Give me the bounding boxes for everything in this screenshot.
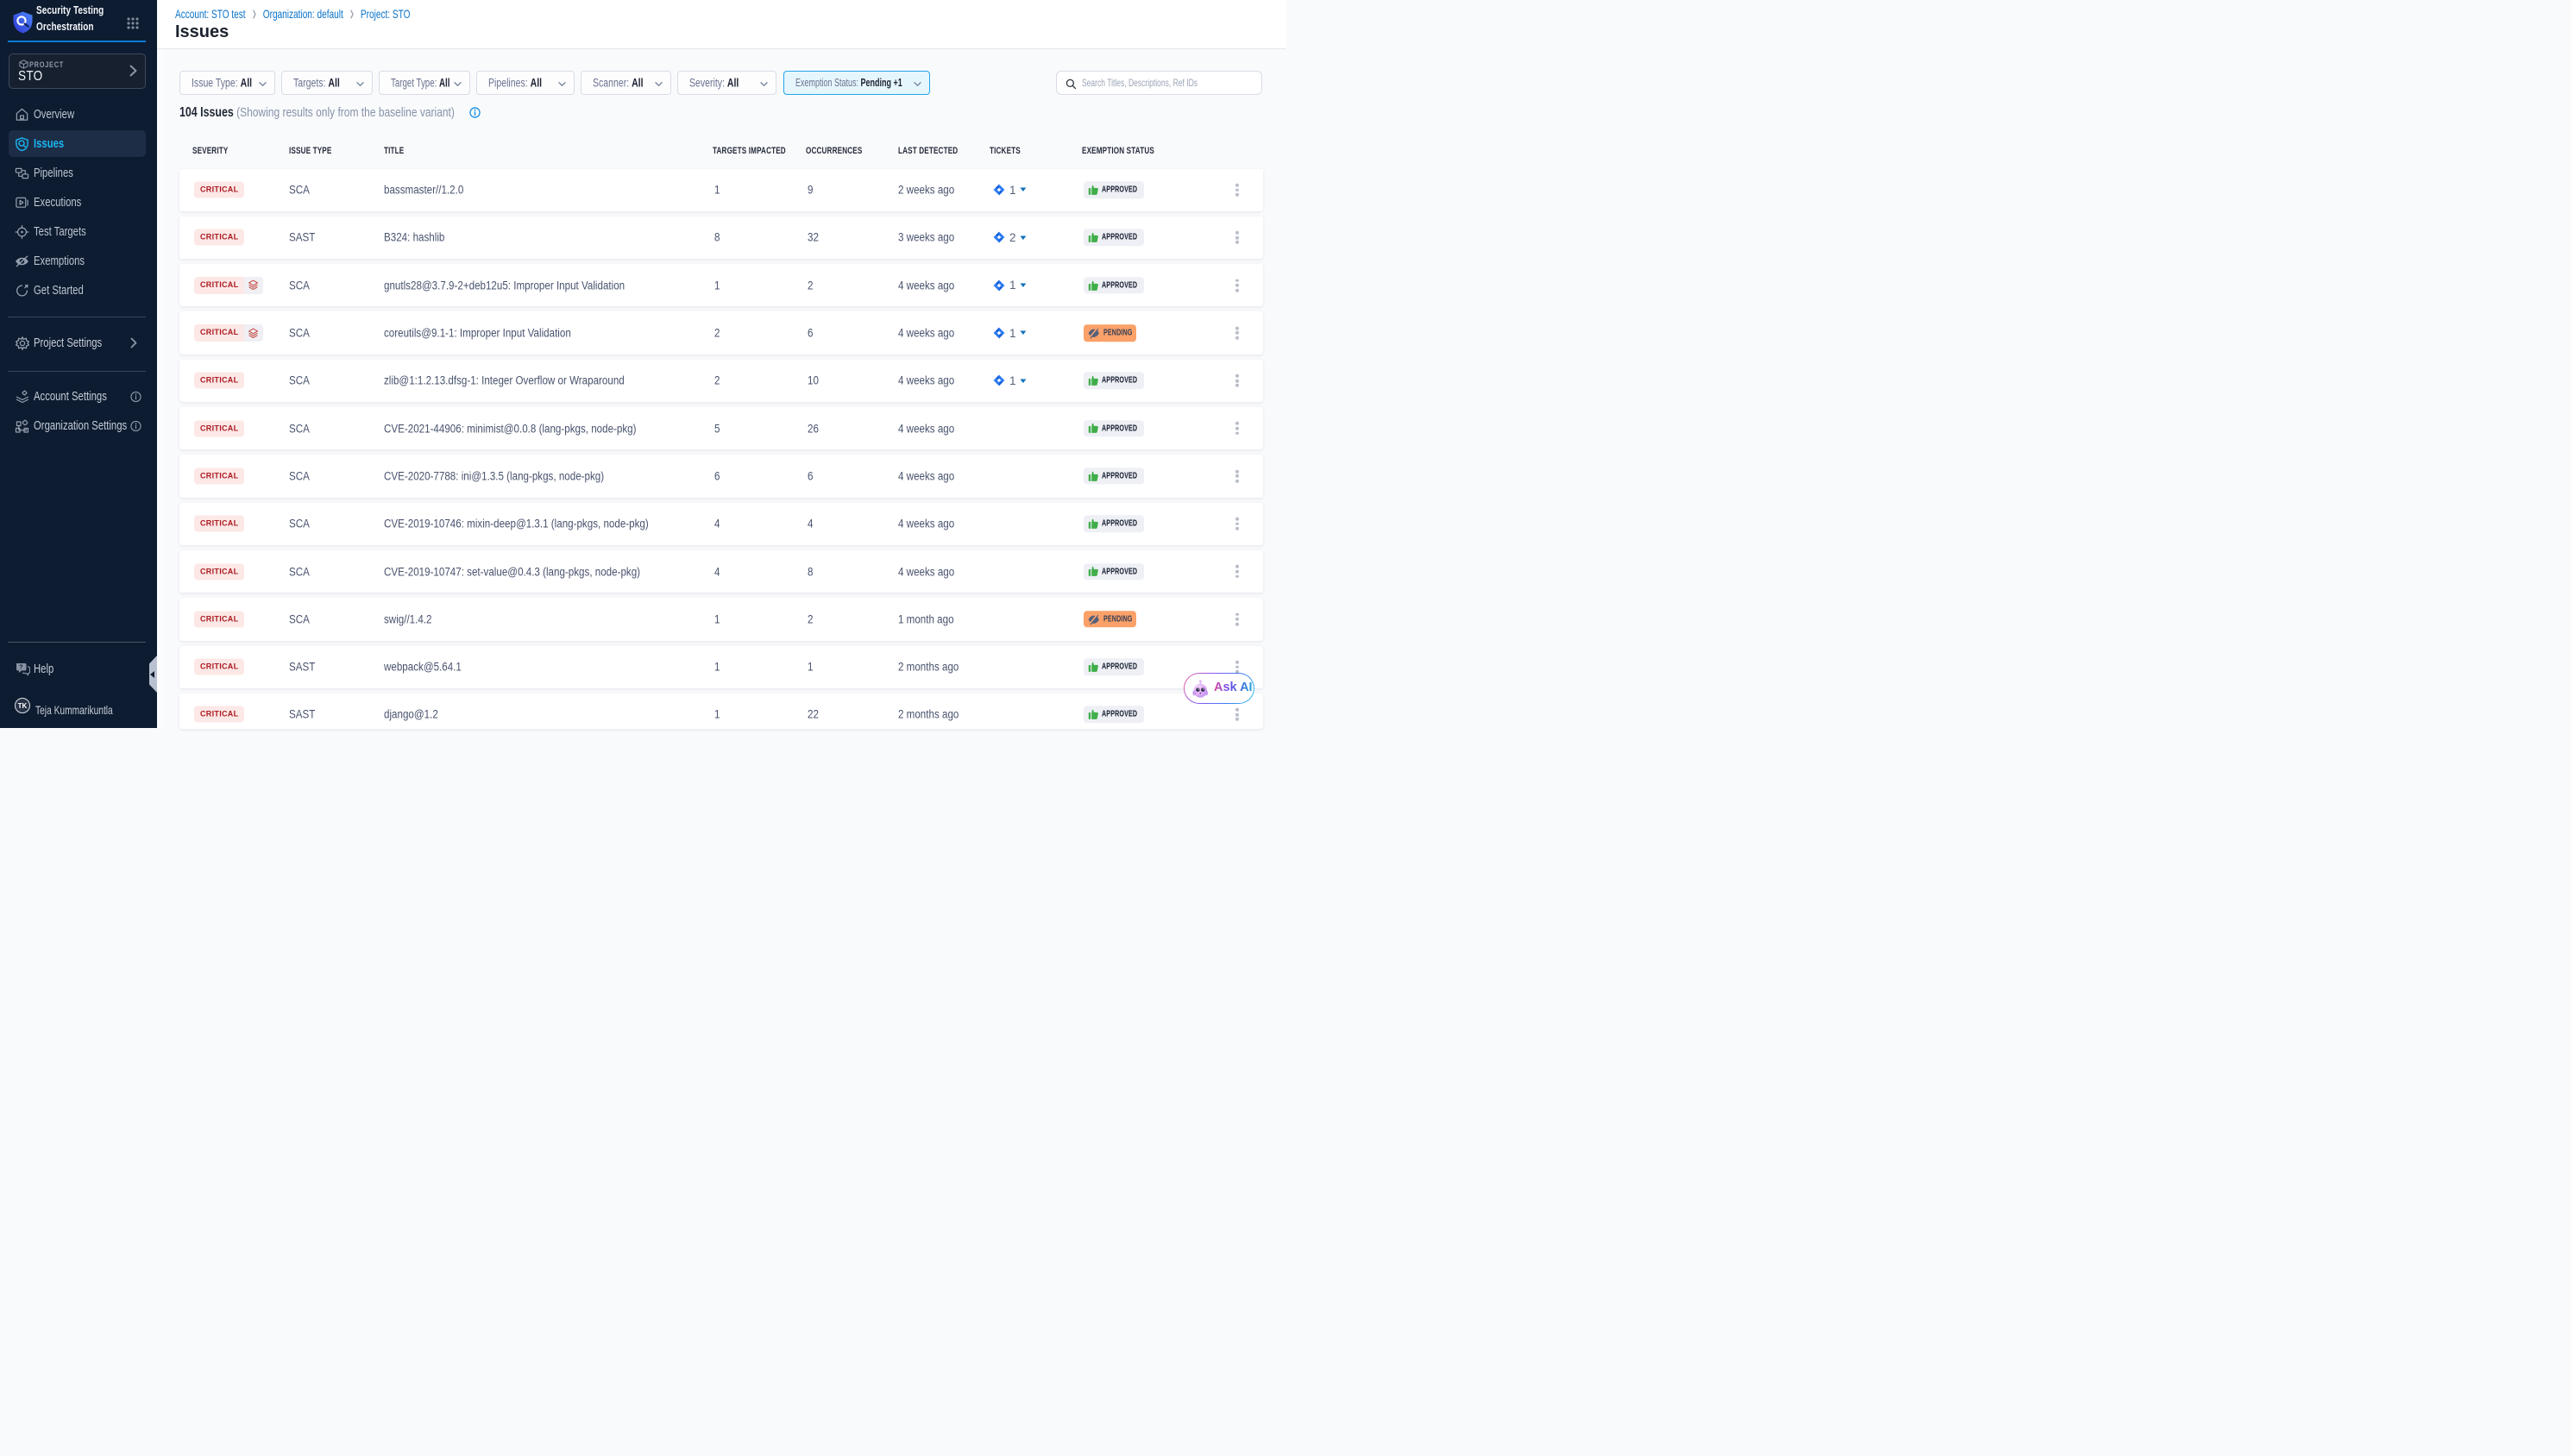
svg-text:?: ? — [19, 664, 22, 670]
